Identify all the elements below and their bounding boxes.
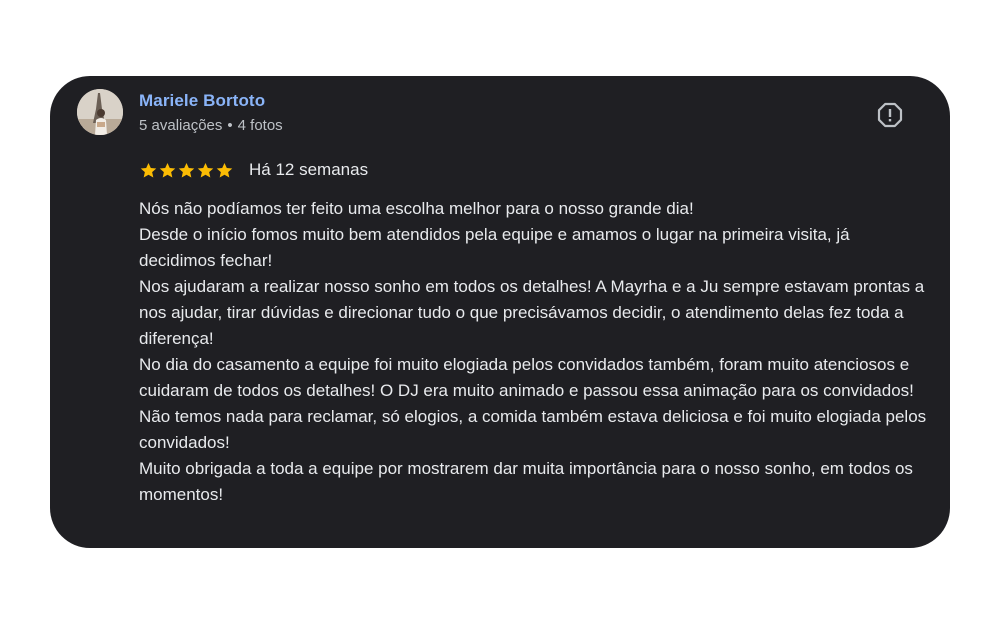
avatar[interactable] [77, 89, 123, 135]
meta-separator: • [227, 117, 233, 134]
star-icon [140, 162, 157, 178]
star-icon [178, 162, 195, 178]
author-meta: 5 avaliações • 4 fotos [139, 117, 283, 134]
author-name[interactable]: Mariele Bortoto [139, 91, 265, 111]
avatar-photo [77, 89, 123, 135]
star-icon [197, 162, 214, 178]
star-icon [159, 162, 176, 178]
star-icon [216, 162, 233, 178]
reviews-count: 5 avaliações [139, 117, 223, 134]
rating-row: Há 12 semanas [139, 158, 368, 182]
review-text: Nós não podíamos ter feito uma escolha m… [139, 199, 927, 504]
photos-count: 4 fotos [237, 117, 283, 134]
report-button[interactable] [875, 100, 905, 130]
review-date: Há 12 semanas [249, 160, 369, 179]
review-card: Mariele Bortoto 5 avaliações • 4 fotos Há … [50, 76, 950, 548]
star-rating [139, 161, 234, 180]
report-exclamation-icon [877, 102, 903, 128]
